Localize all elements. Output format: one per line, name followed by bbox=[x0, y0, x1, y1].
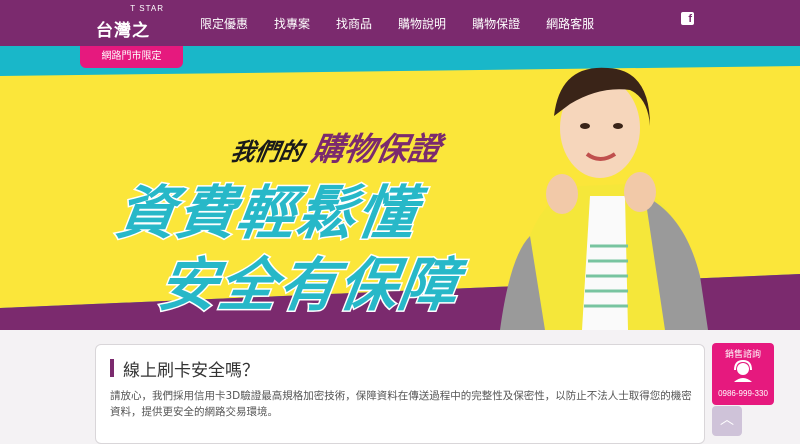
sales-label: 銷售諮詢 bbox=[724, 350, 761, 360]
scroll-to-top-button[interactable]: ︿ bbox=[712, 406, 742, 436]
nav-item-online-service[interactable]: 網路客服 bbox=[546, 15, 594, 32]
banner-headline-2: 安全有保障 bbox=[153, 250, 466, 321]
hero-banner: 我們的 購物保證 資費輕鬆懂 安全有保障 bbox=[0, 46, 800, 330]
nav-item-shopping-guarantee[interactable]: 購物保證 bbox=[472, 15, 520, 32]
sales-consult-button[interactable]: 銷售諮詢 0986-999-330 bbox=[712, 343, 774, 405]
banner-prefix: 我們的 bbox=[228, 138, 306, 166]
sales-phone: 0986-999-330 bbox=[718, 389, 768, 398]
headset-agent-icon bbox=[734, 359, 752, 382]
facebook-icon[interactable]: f bbox=[681, 12, 694, 25]
nav-item-shopping-guide[interactable]: 購物說明 bbox=[398, 15, 446, 32]
nav-item-plans[interactable]: 找專案 bbox=[274, 15, 310, 32]
model-photo bbox=[500, 67, 708, 330]
heading-accent-bar bbox=[110, 359, 114, 377]
top-navbar: T STAR 台灣之星 限定優惠 找專案 找商品 購物說明 購物保證 網路客服 … bbox=[0, 0, 800, 66]
logo-tstar-text: T STAR bbox=[130, 4, 164, 13]
main-nav: 限定優惠 找專案 找商品 購物說明 購物保證 網路客服 bbox=[200, 0, 620, 46]
banner-subtitle: 我們的 購物保證 bbox=[228, 124, 444, 170]
nav-item-offers[interactable]: 限定優惠 bbox=[200, 15, 248, 32]
faq-card: 線上刷卡安全嗎？ 請放心，我們採用信用卡3D驗證最高規格加密技術，保障資料在傳送… bbox=[95, 344, 705, 444]
faq-heading: 線上刷卡安全嗎？ bbox=[123, 361, 259, 381]
taiwan-star-logo[interactable]: T STAR 台灣之星 bbox=[96, 4, 166, 66]
nav-item-products[interactable]: 找商品 bbox=[336, 15, 372, 32]
faq-body: 請放心，我們採用信用卡3D驗證最高規格加密技術，保障資料在傳送過程中的完整性及保… bbox=[110, 390, 692, 418]
banner-title: 購物保證 bbox=[308, 130, 444, 168]
online-store-exclusive-tab[interactable]: 網路門市限定 bbox=[80, 46, 183, 68]
chevron-up-icon: ︿ bbox=[720, 412, 734, 428]
